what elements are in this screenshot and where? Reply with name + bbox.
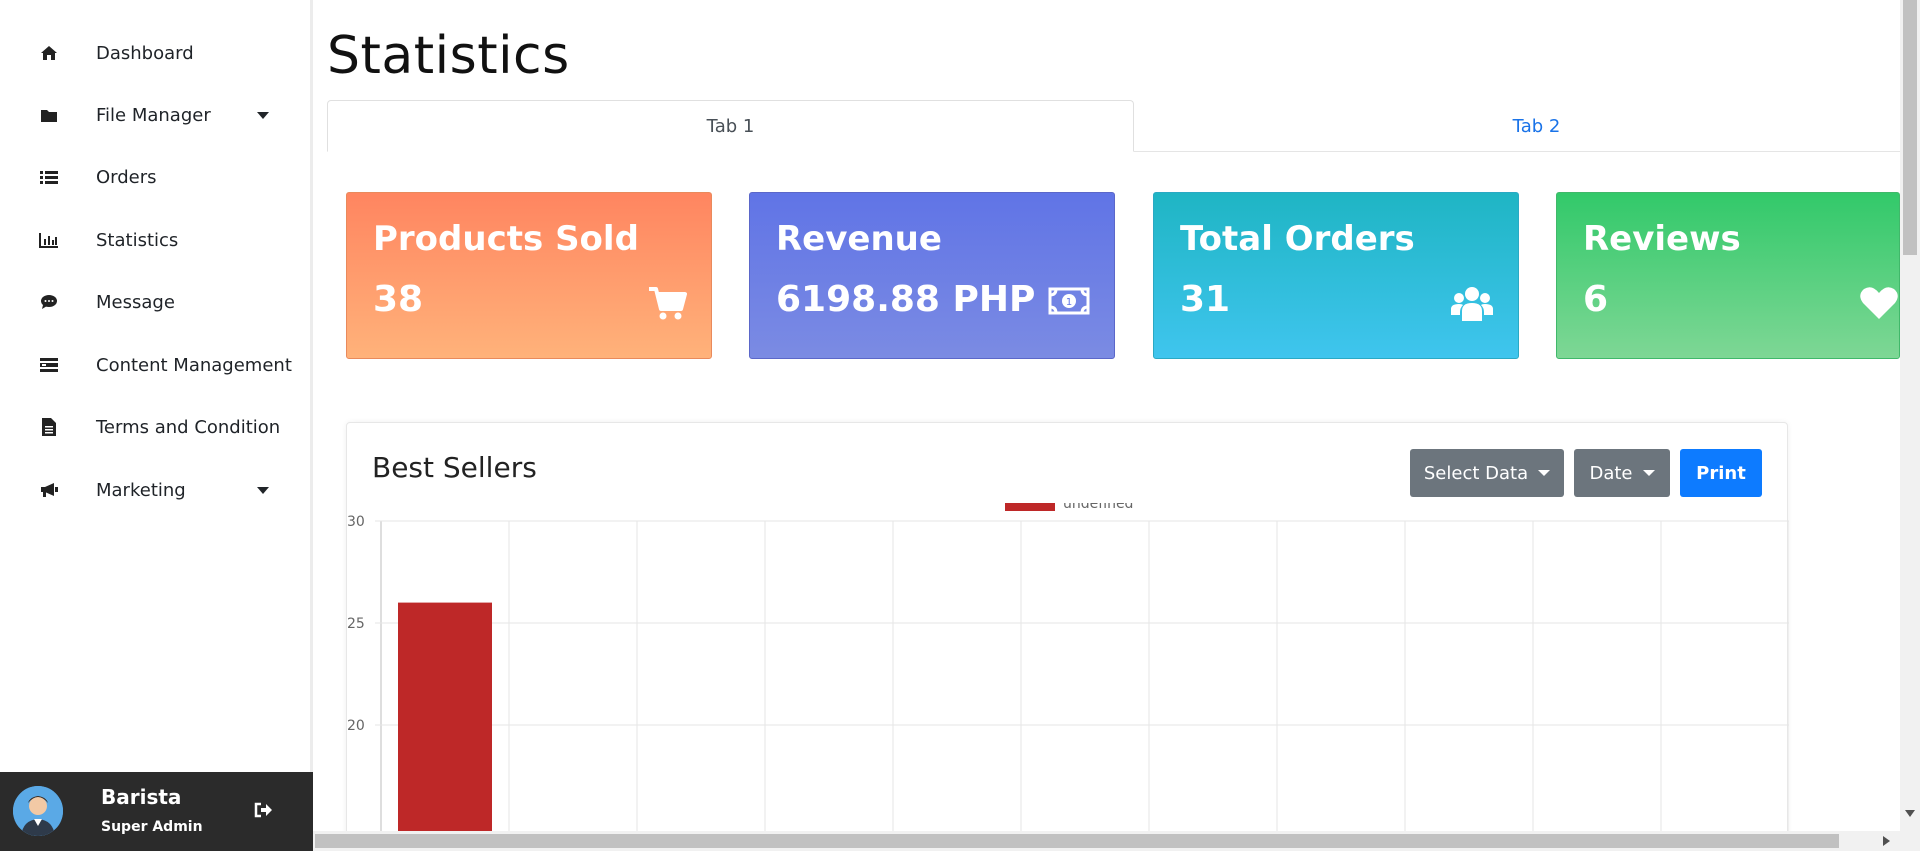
comment-icon bbox=[38, 291, 60, 313]
profile-name: Barista bbox=[101, 785, 182, 809]
card-value: 6198.88 PHP bbox=[776, 279, 1036, 320]
list-icon bbox=[38, 166, 60, 188]
scroll-down-arrow-icon[interactable] bbox=[1905, 810, 1915, 817]
megaphone-icon bbox=[38, 479, 60, 501]
sidebar-item-marketing[interactable]: Marketing bbox=[0, 468, 313, 512]
card-title: Revenue bbox=[776, 219, 942, 259]
sidebar-item-label: Message bbox=[96, 291, 175, 313]
home-icon bbox=[38, 42, 60, 64]
card-title: Reviews bbox=[1583, 219, 1741, 259]
stat-card-products-sold: Products Sold 38 bbox=[346, 192, 712, 359]
chevron-down-icon[interactable] bbox=[257, 111, 269, 119]
sidebar-item-label: Content Management bbox=[96, 354, 292, 376]
best-sellers-chart: 30 25 20 undefined bbox=[347, 503, 1789, 851]
stat-card-revenue: Revenue 6198.88 PHP 1 bbox=[749, 192, 1115, 359]
sidebar-item-statistics[interactable]: Statistics bbox=[0, 218, 313, 262]
select-data-label: Select Data bbox=[1423, 462, 1529, 484]
legend-swatch bbox=[1005, 503, 1055, 511]
date-label: Date bbox=[1589, 462, 1633, 484]
tab-1[interactable]: Tab 1 bbox=[327, 100, 1134, 152]
logout-icon[interactable] bbox=[254, 802, 274, 822]
sidebar: Dashboard File Manager Orders Statistics… bbox=[0, 0, 313, 851]
vertical-scrollbar[interactable] bbox=[1900, 0, 1920, 831]
stat-card-total-orders: Total Orders 31 bbox=[1153, 192, 1519, 359]
chevron-down-icon[interactable] bbox=[257, 486, 269, 494]
bar-chart-icon bbox=[38, 229, 60, 251]
scroll-right-arrow-icon[interactable] bbox=[1883, 836, 1890, 846]
scrollbar-thumb[interactable] bbox=[1903, 0, 1917, 255]
sidebar-item-dashboard[interactable]: Dashboard bbox=[0, 31, 313, 75]
select-data-dropdown[interactable]: Select Data bbox=[1410, 449, 1564, 497]
sidebar-item-label: Dashboard bbox=[96, 42, 194, 64]
sidebar-item-message[interactable]: Message bbox=[0, 280, 313, 324]
sidebar-item-label: Marketing bbox=[96, 479, 186, 501]
scrollbar-thumb[interactable] bbox=[315, 834, 1839, 848]
y-tick-label: 25 bbox=[347, 616, 365, 632]
y-tick-label: 30 bbox=[347, 514, 365, 530]
sidebar-item-orders[interactable]: Orders bbox=[0, 155, 313, 199]
money-icon: 1 bbox=[1048, 285, 1090, 325]
profile-panel: Barista Super Admin bbox=[0, 772, 313, 851]
document-icon bbox=[38, 416, 60, 438]
sidebar-item-content-management[interactable]: Content Management bbox=[0, 343, 313, 387]
heart-icon bbox=[1859, 285, 1899, 325]
stat-card-reviews: Reviews 6 bbox=[1556, 192, 1900, 359]
card-title: Total Orders bbox=[1180, 219, 1415, 259]
sidebar-item-terms[interactable]: Terms and Condition bbox=[0, 405, 313, 449]
best-sellers-panel: Best Sellers Select Data Date Print 30 25… bbox=[346, 422, 1789, 851]
horizontal-scrollbar[interactable] bbox=[313, 831, 1920, 851]
card-value: 31 bbox=[1180, 279, 1231, 320]
sidebar-item-label: File Manager bbox=[96, 104, 211, 126]
print-button[interactable]: Print bbox=[1680, 449, 1762, 497]
profile-role: Super Admin bbox=[101, 819, 203, 835]
tab-2[interactable]: Tab 2 bbox=[1134, 100, 1920, 152]
legend-label: undefined bbox=[1063, 503, 1133, 512]
avatar[interactable] bbox=[13, 786, 63, 836]
chevron-down-icon bbox=[1538, 470, 1551, 476]
card-value: 38 bbox=[373, 279, 424, 320]
sidebar-item-file-manager[interactable]: File Manager bbox=[0, 93, 313, 137]
date-dropdown[interactable]: Date bbox=[1574, 449, 1670, 497]
y-tick-label: 20 bbox=[347, 718, 365, 734]
users-icon bbox=[1450, 285, 1494, 325]
content-icon bbox=[38, 354, 60, 376]
chevron-down-icon bbox=[1642, 470, 1655, 476]
sidebar-item-label: Terms and Condition bbox=[96, 416, 281, 438]
sidebar-item-label: Statistics bbox=[96, 229, 179, 251]
cart-icon bbox=[647, 285, 687, 325]
svg-text:1: 1 bbox=[1066, 297, 1072, 308]
bar bbox=[398, 602, 492, 851]
panel-title: Best Sellers bbox=[372, 451, 537, 484]
sidebar-item-label: Orders bbox=[96, 166, 157, 188]
card-title: Products Sold bbox=[373, 219, 639, 259]
card-value: 6 bbox=[1583, 279, 1609, 320]
page-title: Statistics bbox=[327, 26, 570, 86]
folder-icon bbox=[38, 104, 60, 126]
tab-bar: Tab 1 Tab 2 bbox=[327, 100, 1900, 152]
